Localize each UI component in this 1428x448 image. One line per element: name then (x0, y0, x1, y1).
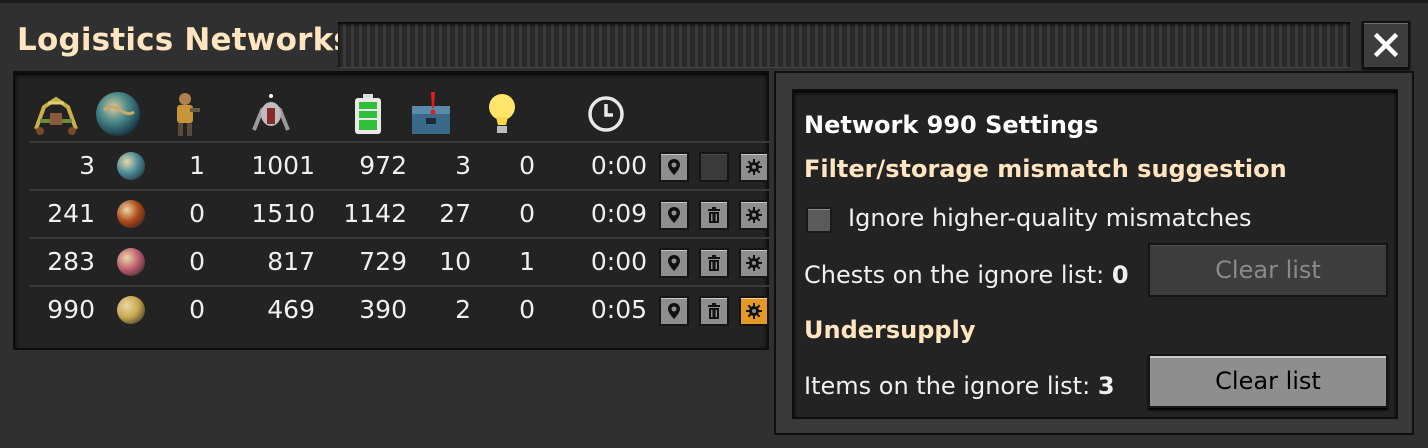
alert-count: 2 (455, 295, 471, 324)
locate-pin-button[interactable] (659, 296, 689, 326)
chest-alert-icon (407, 89, 455, 139)
close-button[interactable] (1362, 21, 1410, 69)
clear-items-list-button[interactable]: Clear list (1148, 354, 1388, 408)
alert-count: 10 (439, 247, 471, 276)
robot-count: 469 (267, 295, 315, 324)
available-robot-count: 1142 (343, 199, 407, 228)
settings-title: Network 990 Settings (804, 111, 1099, 139)
delete-network-button[interactable] (699, 200, 729, 230)
network-settings-panel: Network 990 Settings Filter/storage mism… (792, 89, 1398, 419)
light-count: 0 (519, 199, 535, 228)
light-count: 0 (519, 151, 535, 180)
items-ignore-count: Items on the ignore list: 3 (804, 372, 1115, 400)
time-value: 0:09 (590, 199, 647, 228)
battery-charge-icon (350, 89, 386, 139)
network-id: 283 (47, 247, 95, 276)
ignore-higher-quality-label: Ignore higher-quality mismatches (848, 204, 1252, 232)
clock-icon (585, 89, 627, 139)
time-value: 0:00 (590, 151, 647, 180)
table-row[interactable]: 990 0 469 390 2 0 0:05 (29, 285, 771, 333)
network-settings-frame: Network 990 Settings Filter/storage mism… (774, 71, 1414, 435)
player-count: 1 (189, 151, 205, 180)
robot-count: 817 (267, 247, 315, 276)
robot-count: 1001 (251, 151, 315, 180)
lightbulb-icon (485, 89, 519, 139)
construction-robot-icon (245, 89, 297, 139)
drag-handle[interactable] (338, 22, 1350, 68)
delete-network-button[interactable] (699, 248, 729, 278)
locate-pin-button[interactable] (659, 248, 689, 278)
robot-count: 1510 (251, 199, 315, 228)
filter-mismatch-heading: Filter/storage mismatch suggestion (804, 155, 1287, 183)
light-count: 0 (519, 295, 535, 324)
network-id: 990 (47, 295, 95, 324)
planet-icon (117, 248, 145, 276)
undersupply-heading: Undersupply (804, 316, 976, 344)
close-icon (1373, 32, 1399, 58)
chests-ignore-label: Chests on the ignore list: (804, 261, 1112, 289)
network-id: 3 (79, 151, 95, 180)
locate-pin-button[interactable] (659, 152, 689, 182)
table-row[interactable]: 241 0 1510 1142 27 0 0:09 (29, 189, 771, 237)
network-settings-button[interactable] (739, 152, 769, 182)
chests-ignore-count: Chests on the ignore list: 0 (804, 261, 1129, 289)
items-ignore-value: 3 (1097, 372, 1115, 400)
time-value: 0:05 (590, 295, 647, 324)
networks-table-panel: 3 1 1001 972 3 0 0:00 241 0 1510 1142 27 0 0:09 283 0 81… (13, 71, 771, 350)
network-settings-button[interactable] (739, 200, 769, 230)
chests-ignore-value: 0 (1111, 261, 1129, 289)
player-character-icon (167, 89, 203, 139)
title-bar: Logistics Networks (0, 6, 1428, 70)
table-row[interactable]: 283 0 817 729 10 1 0:00 (29, 237, 771, 285)
player-count: 0 (189, 295, 205, 324)
player-count: 0 (189, 199, 205, 228)
time-value: 0:00 (590, 247, 647, 276)
available-robot-count: 390 (359, 295, 407, 324)
alert-count: 3 (455, 151, 471, 180)
network-settings-button[interactable] (739, 296, 769, 326)
ignore-higher-quality-checkbox[interactable] (806, 207, 832, 233)
logistic-robot-icon (29, 89, 83, 139)
planet-icon (117, 296, 145, 324)
light-count: 1 (519, 247, 535, 276)
items-ignore-label: Items on the ignore list: (804, 372, 1098, 400)
network-id: 241 (47, 199, 95, 228)
player-count: 0 (189, 247, 205, 276)
delete-network-button (699, 152, 729, 182)
network-settings-button[interactable] (739, 248, 769, 278)
planet-icon (117, 200, 145, 228)
table-header (15, 81, 767, 143)
window-title: Logistics Networks (17, 22, 353, 58)
planet-icon (93, 89, 143, 139)
alert-count: 27 (439, 199, 471, 228)
planet-icon (117, 152, 145, 180)
delete-network-button[interactable] (699, 296, 729, 326)
available-robot-count: 729 (359, 247, 407, 276)
logistics-networks-window: Logistics Networks 3 1 1001 972 3 0 0:00… (0, 0, 1428, 448)
table-row[interactable]: 3 1 1001 972 3 0 0:00 (29, 141, 771, 189)
locate-pin-button[interactable] (659, 200, 689, 230)
available-robot-count: 972 (359, 151, 407, 180)
clear-chests-list-button[interactable]: Clear list (1148, 243, 1388, 297)
